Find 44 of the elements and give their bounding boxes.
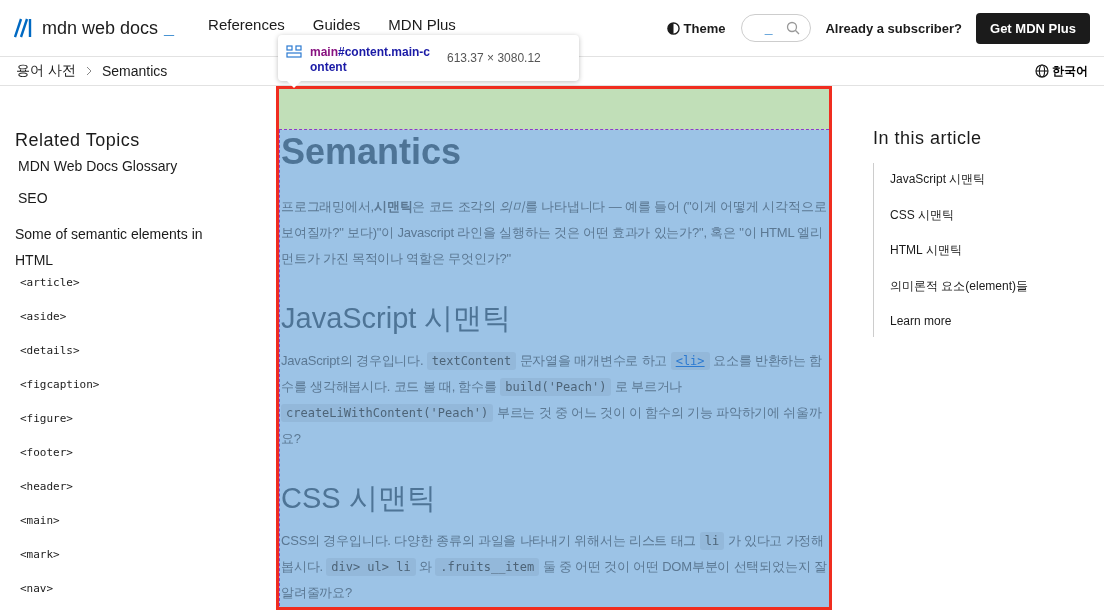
paragraph: CSS의 경우입니다. 다양한 종류의 과일을 나타내기 위해서는 리스트 태그 li 가 있다고 가정해봅시다. div> ul> li 와 .fruits__item 둘 중 어떤 것이 어떤 DOM부분이 선택되었는지 잘 알려줄까요? (281, 531, 827, 602)
sidebar-link[interactable]: <aside> (20, 309, 276, 325)
toc-link[interactable]: HTML 시맨틱 (890, 242, 1080, 258)
paragraph: 프로그래밍에서,시맨틱은 코드 조각의 의미를 나타냅니다 — 예를 들어 ("이게 어떻게 시각적으로 보여질까?" 보다)"이 Javascript 라인을 실행하는 것은 어떤 효과가 있는가?", 혹은 "이 HTML 엘리먼트가 가진 목적이나 역할은 무엇인가?" (281, 198, 827, 268)
sidebar-link[interactable]: <nav> (20, 581, 276, 597)
toc-title: In this article (873, 128, 983, 149)
layout-icon (286, 45, 302, 58)
logo-text[interactable]: mdn web docs (42, 17, 159, 39)
login-link[interactable]: Already a subscriber? (825, 20, 963, 36)
theme-button[interactable]: Theme (666, 20, 726, 36)
sidebar-link[interactable]: <figure> (20, 411, 276, 427)
sidebar-link[interactable]: SEO (18, 189, 276, 208)
get-plus-button[interactable]: Get MDN Plus (976, 12, 1090, 44)
header-menu-link[interactable]: References (208, 16, 285, 33)
sidebar-link[interactable]: <header> (20, 479, 276, 495)
sidebar-link[interactable]: <mark> (20, 547, 276, 563)
page-title: Semantics (281, 130, 463, 174)
section-heading: CSS 시맨틱 (281, 481, 437, 516)
section-heading: JavaScript 시맨틱 (281, 301, 513, 336)
globe-icon (1035, 64, 1049, 78)
sidebar-title: Related Topics (15, 130, 141, 151)
element-selector: main#content.main-content (310, 45, 432, 75)
sidebar-link[interactable]: MDN Web Docs Glossary (18, 157, 276, 176)
toc-link[interactable]: JavaScript 시맨틱 (890, 171, 1080, 187)
header-menu-link[interactable]: MDN Plus (388, 16, 456, 33)
contrast-icon (666, 21, 680, 35)
toc-link[interactable]: Learn more (890, 313, 1080, 329)
header-menu-link[interactable]: Guides (312, 16, 361, 33)
toc-link[interactable]: CSS 시맨틱 (890, 206, 1080, 223)
sidebar-link[interactable]: <figcaption> (20, 377, 276, 393)
logo-cursor: _ (164, 17, 175, 39)
breadcrumb-link[interactable]: Semantics (101, 63, 168, 79)
toc-link[interactable]: 의미론적 요소(element)들 (890, 277, 1080, 294)
paragraph: JavaScript의 경우입니다. textContent 문자열을 매개변수로 하고 <li> 요소를 반환하는 함수를 생각해봅시다. 코드 볼 때, 함수를 build('Peach') 로 부르거나 createLiWithContent('Peach') 부르는 것 중 어느 것이 이 함수의 기능 파악하기에 쉬울까요? (281, 351, 824, 448)
sidebar-link[interactable]: <footer> (20, 445, 276, 461)
chevron-icon (85, 66, 92, 76)
sidebar-section-title: Some of semantic elements in HTML (15, 225, 204, 270)
sidebar-link[interactable]: <main> (20, 513, 276, 529)
breadcrumb-link[interactable]: 용어 사전 (16, 62, 76, 80)
search-icon (786, 21, 801, 35)
sidebar-link[interactable]: <article> (20, 275, 276, 291)
sidebar-link[interactable]: <details> (20, 343, 276, 359)
element-size: 613.37 × 3080.12 (447, 51, 541, 66)
language-button[interactable]: 한국어 (1035, 62, 1088, 80)
